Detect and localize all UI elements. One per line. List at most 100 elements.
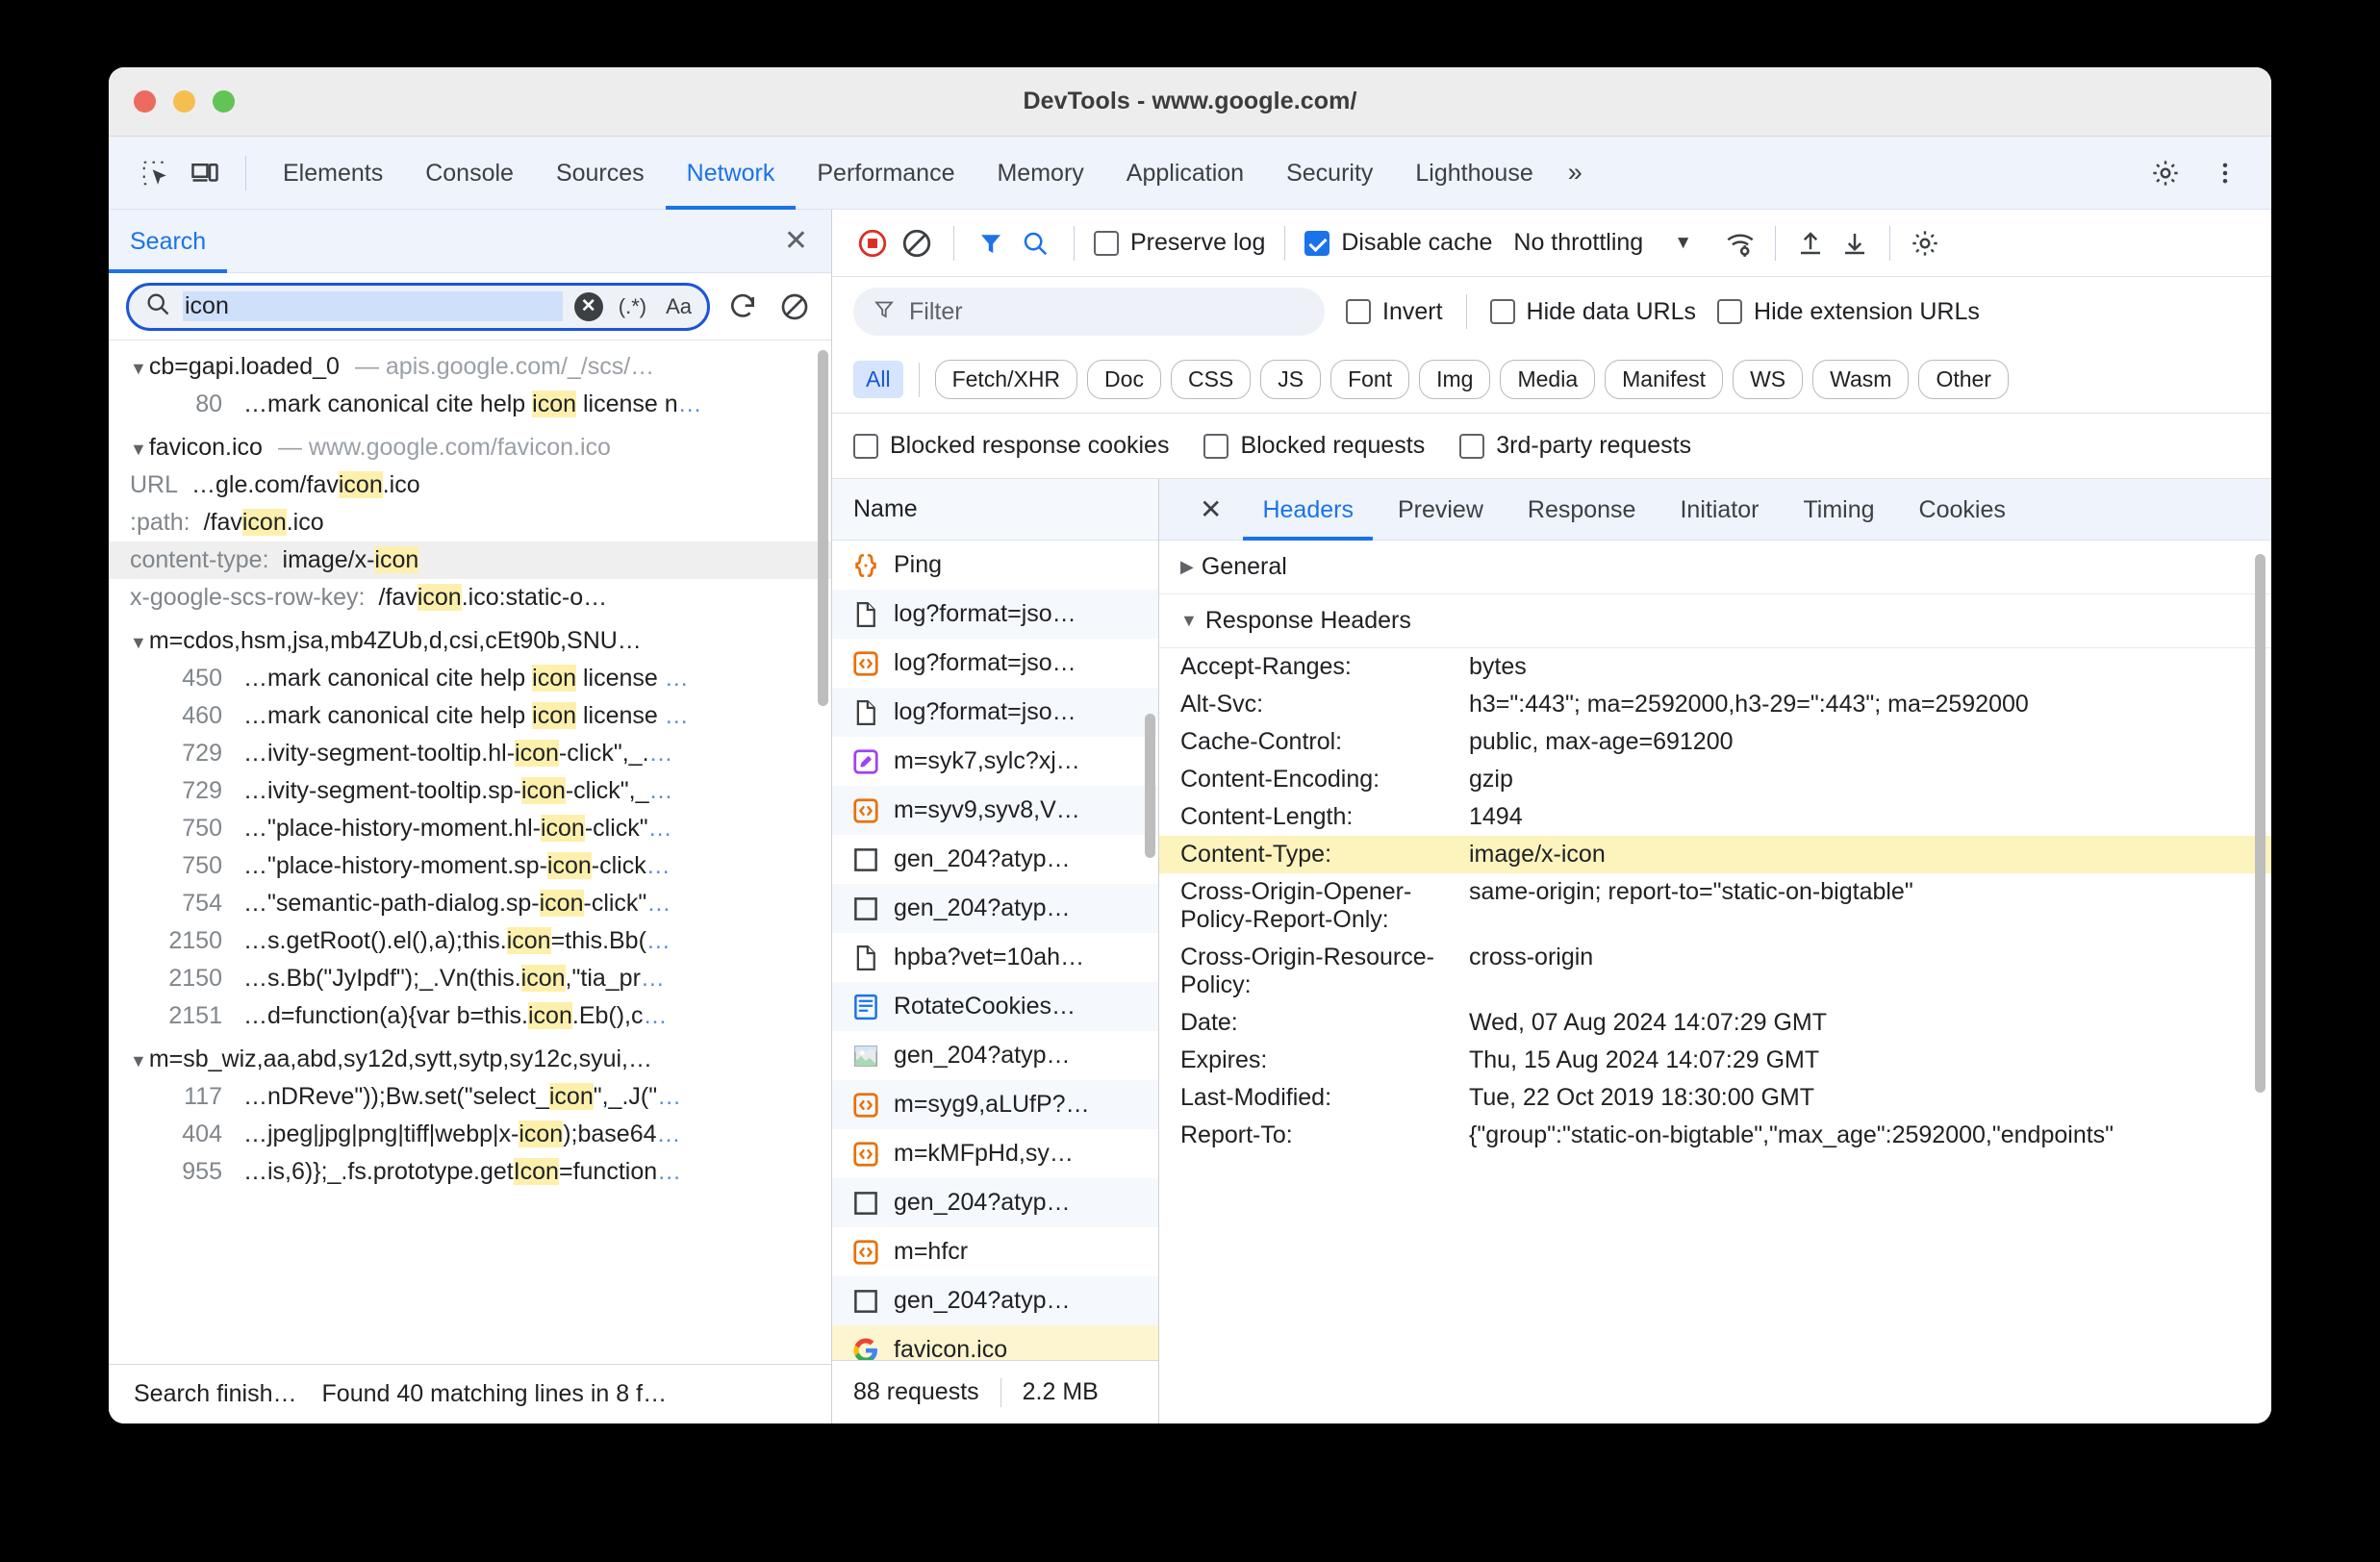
settings-gear-icon[interactable] [2140,148,2190,198]
type-chip-media[interactable]: Media [1500,360,1596,399]
request-list-scrollbar[interactable] [1145,714,1155,858]
search-results-scrollbar[interactable] [818,350,828,706]
type-chip-js[interactable]: JS [1260,360,1322,399]
search-result-group-header[interactable]: ▼ cb=gapi.loaded_0 — apis.google.com/_/scs… [109,348,831,386]
request-row[interactable]: hpba?vet=10ah… [832,933,1158,982]
search-result-line[interactable]: 117 …nDReve"));Bw.set("select_icon",_.J("… [109,1078,831,1116]
tab-elements[interactable]: Elements [262,137,404,210]
type-chip-font[interactable]: Font [1330,360,1410,399]
import-har-icon[interactable] [1791,224,1830,263]
cookie-filter-3rd-party-requests[interactable]: 3rd-party requests [1459,432,1691,460]
request-row[interactable]: log?format=jso… [832,688,1158,737]
clear-search-icon[interactable]: ✕ [573,291,603,321]
search-result-line[interactable]: content-type: image/x-icon [109,542,831,579]
request-row[interactable]: m=syk7,sylc?xj… [832,737,1158,786]
request-list-header[interactable]: Name [832,479,1158,541]
hide-data-urls-checkbox[interactable]: Hide data URLs [1489,298,1696,326]
search-result-line[interactable]: x-google-scs-row-key: /favicon.ico:static… [109,579,831,617]
tab-network[interactable]: Network [666,137,797,210]
type-chip-manifest[interactable]: Manifest [1605,360,1724,399]
search-network-icon[interactable] [1016,224,1054,263]
search-input[interactable]: icon ✕ (.*) Aa [126,282,710,331]
close-search-panel-icon[interactable]: ✕ [784,226,808,256]
network-conditions-icon[interactable] [1721,224,1760,263]
close-details-icon[interactable]: ✕ [1184,493,1237,525]
throttling-select[interactable]: No throttling [1513,229,1643,257]
search-result-line[interactable]: 2151 …d=function(a){var b=this.icon.Eb(),… [109,997,831,1035]
tab-headers[interactable]: Headers [1243,479,1373,541]
hide-extension-urls-checkbox-box[interactable] [1717,299,1743,324]
search-result-line[interactable]: 404 …jpeg|jpg|png|tiff|webp|x-icon);base6… [109,1116,831,1153]
type-chip-ws[interactable]: WS [1733,360,1804,399]
search-result-line[interactable]: 754 …"semantic-path-dialog.sp-icon-click"… [109,885,831,922]
search-result-line[interactable]: 2150 …s.getRoot().el(),a);this.icon=this.… [109,922,831,960]
clear-network-log-icon[interactable] [898,224,936,263]
request-row[interactable]: gen_204?atyp… [832,1276,1158,1325]
tab-security[interactable]: Security [1265,137,1394,210]
invert-checkbox-box[interactable] [1346,299,1371,324]
request-row[interactable]: m=syg9,aLUfP?… [832,1080,1158,1129]
regex-toggle[interactable]: (.*) [615,294,650,319]
type-chip-fetch-xhr[interactable]: Fetch/XHR [934,360,1078,399]
type-chip-doc[interactable]: Doc [1087,360,1161,399]
type-chip-img[interactable]: Img [1419,360,1491,399]
request-row[interactable]: log?format=jso… [832,639,1158,688]
tab-cookies[interactable]: Cookies [1900,479,2025,541]
request-row[interactable]: m=hfcr [832,1227,1158,1276]
tab-application[interactable]: Application [1105,137,1265,210]
export-har-icon[interactable] [1836,224,1874,263]
refresh-search-icon[interactable] [723,288,762,326]
tab-response[interactable]: Response [1508,479,1656,541]
tab-lighthouse[interactable]: Lighthouse [1394,137,1554,210]
request-row[interactable]: favicon.ico [832,1325,1158,1360]
type-chip-css[interactable]: CSS [1170,360,1252,399]
headers-scrollbar[interactable] [2255,554,2266,1093]
tab-performance[interactable]: Performance [796,137,975,210]
clear-results-icon[interactable] [775,288,814,326]
throttling-chevron-down-icon[interactable]: ▼ [1674,233,1692,254]
general-section-header[interactable]: ▶ General [1159,541,2271,594]
type-chip-wasm[interactable]: Wasm [1812,360,1910,399]
search-result-line[interactable]: 450 …mark canonical cite help icon licens… [109,660,831,697]
cookie-filter-blocked-response-cookies[interactable]: Blocked response cookies [853,432,1169,460]
request-row[interactable]: gen_204?atyp… [832,835,1158,884]
type-chip-other[interactable]: Other [1918,360,2009,399]
inspect-element-icon[interactable] [130,148,180,198]
request-row[interactable]: log?format=jso… [832,590,1158,639]
tab-preview[interactable]: Preview [1379,479,1503,541]
filter-icon[interactable] [972,224,1010,263]
request-rows-container[interactable]: Ping log?format=jso… log?format=jso… log?fo… [832,541,1158,1360]
hide-data-urls-checkbox-box[interactable] [1489,299,1515,324]
search-result-line[interactable]: 80 …mark canonical cite help icon license… [109,386,831,423]
search-result-line[interactable]: 460 …mark canonical cite help icon licens… [109,697,831,735]
search-result-line[interactable]: 729 …ivity-segment-tooltip.sp-icon-click"… [109,772,831,810]
disable-cache-checkbox[interactable]: Disable cache [1304,229,1492,257]
tab-sources[interactable]: Sources [535,137,666,210]
search-result-line[interactable]: 2150 …s.Bb("JyIpdf");_.Vn(this.icon,"tia_… [109,960,831,997]
checkbox-box[interactable] [1459,433,1485,459]
search-results-list[interactable]: ▼ cb=gapi.loaded_0— apis.google.com/_/scs… [109,340,831,1364]
search-result-line[interactable]: 750 …"place-history-moment.sp-icon-click… [109,847,831,885]
search-result-line[interactable]: 729 …ivity-segment-tooltip.hl-icon-click"… [109,735,831,772]
search-result-line[interactable]: 750 …"place-history-moment.hl-icon-click"… [109,810,831,847]
response-headers-section-header[interactable]: ▼ Response Headers [1159,594,2271,648]
preserve-log-checkbox[interactable]: Preserve log [1094,229,1265,257]
headers-body[interactable]: ▶ General ▼ Response Headers Accept-Rang… [1159,541,2271,1423]
device-toolbar-icon[interactable] [180,148,230,198]
type-chip-all[interactable]: All [853,361,903,398]
search-result-line[interactable]: URL …gle.com/favicon.ico [109,466,831,504]
invert-checkbox[interactable]: Invert [1346,298,1443,326]
request-row[interactable]: m=syv9,syv8,V… [832,786,1158,835]
request-row[interactable]: m=kMFpHd,sy… [832,1129,1158,1178]
tab-console[interactable]: Console [404,137,535,210]
search-result-group-header[interactable]: ▼ favicon.ico — www.google.com/favicon.ico [109,429,831,466]
search-result-group-header[interactable]: ▼ m=sb_wiz,aa,abd,sy12d,sytt,sytp,sy12c,s… [109,1041,831,1078]
search-result-group-header[interactable]: ▼ m=cdos,hsm,jsa,mb4ZUb,d,csi,cEt90b,SNU… [109,622,831,660]
more-tabs-icon[interactable]: » [1555,158,1596,188]
tab-memory[interactable]: Memory [975,137,1104,210]
checkbox-box[interactable] [1203,433,1229,459]
request-row[interactable]: Ping [832,541,1158,590]
search-result-line[interactable]: 955 …is,6)};_.fs.prototype.getIcon=functi… [109,1153,831,1191]
request-row[interactable]: gen_204?atyp… [832,884,1158,933]
tab-initiator[interactable]: Initiator [1660,479,1778,541]
